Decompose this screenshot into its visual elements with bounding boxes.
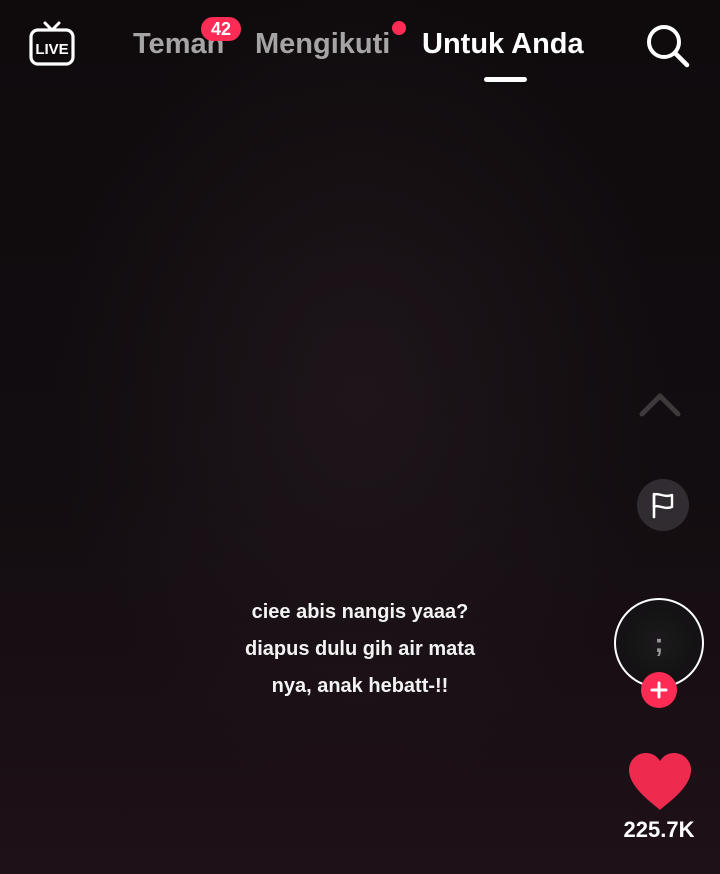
- teman-notification-badge: 42: [201, 17, 241, 41]
- heart-icon[interactable]: [627, 752, 693, 812]
- caption-line: ciee abis nangis yaaa?: [251, 601, 469, 623]
- like-count: 225.7K: [623, 817, 695, 842]
- live-icon[interactable]: LIVE: [27, 20, 77, 70]
- avatar-image: ;: [626, 610, 692, 676]
- caption-line: nya, anak hebatt-!!: [271, 675, 449, 697]
- tab-untuk-anda[interactable]: Untuk Anda: [422, 24, 584, 64]
- search-icon[interactable]: [642, 20, 692, 70]
- video-player[interactable]: [0, 0, 720, 874]
- caption-line: diapus dulu gih air mata: [244, 638, 476, 660]
- mengikuti-new-dot: [392, 21, 406, 35]
- active-tab-indicator: [484, 77, 527, 82]
- top-bar: LIVE Teman 42 Mengikuti Untuk Anda: [0, 0, 720, 100]
- flag-icon: [652, 492, 674, 519]
- plus-icon: [650, 681, 668, 699]
- live-label: LIVE: [35, 41, 68, 58]
- video-caption: ciee abis nangis yaaa? diapus dulu gih a…: [200, 594, 520, 705]
- chevron-up-icon: [638, 388, 682, 418]
- report-button[interactable]: [637, 479, 689, 531]
- tab-mengikuti[interactable]: Mengikuti: [255, 24, 390, 64]
- follow-button[interactable]: [641, 672, 677, 708]
